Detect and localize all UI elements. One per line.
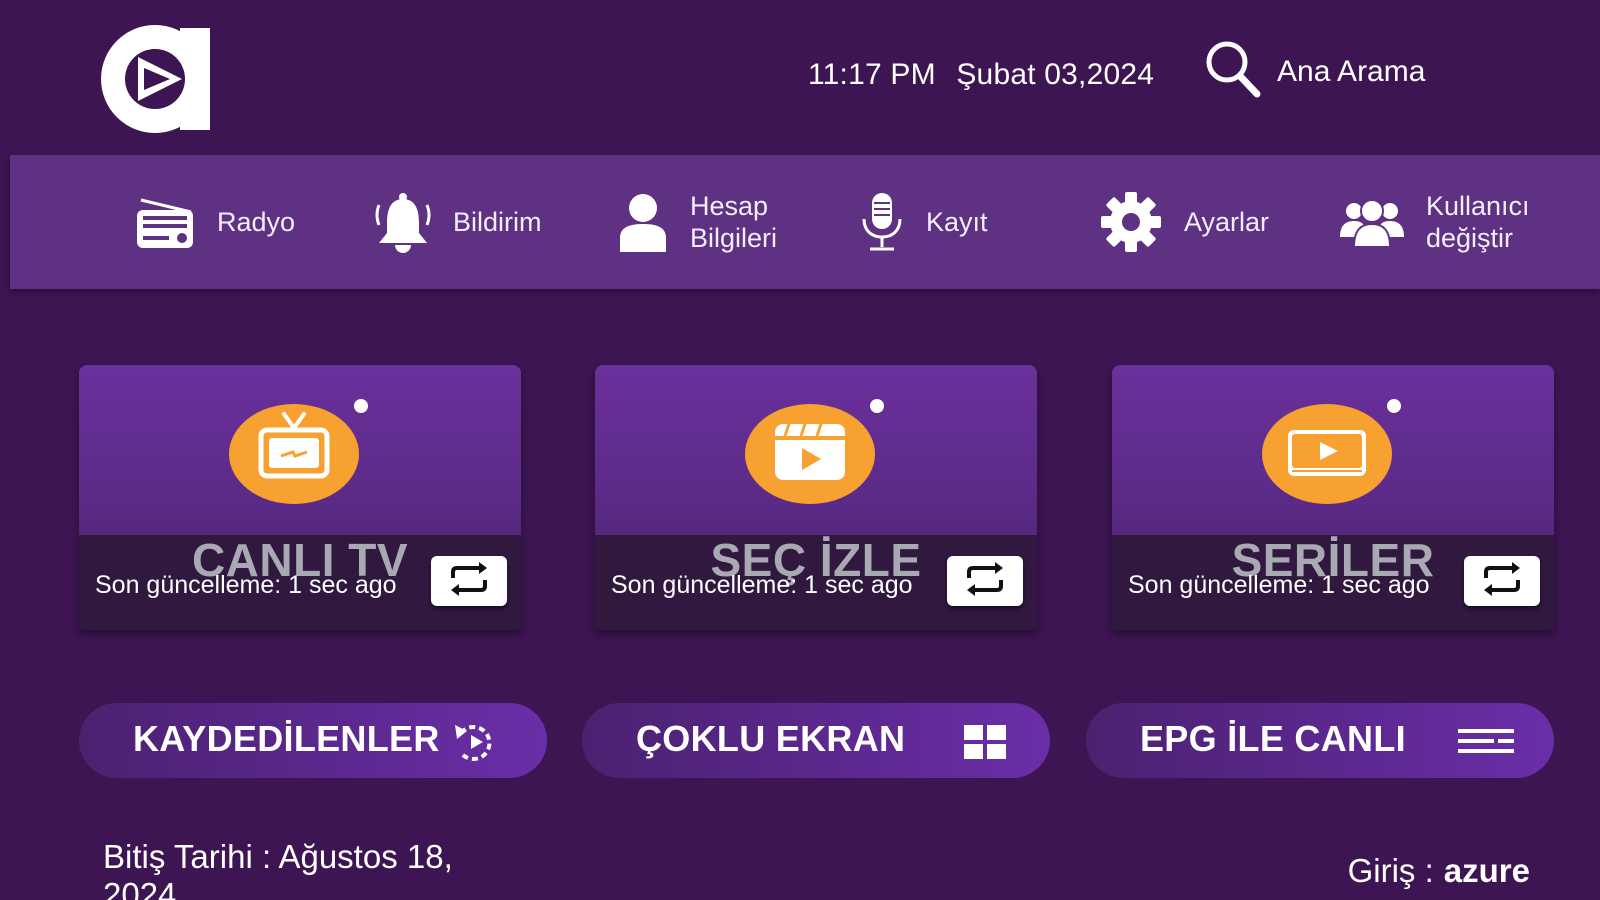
list-lines-icon (1458, 729, 1514, 762)
epg-live-button[interactable]: EPG İLE CANLI (1086, 703, 1554, 778)
nav-item-account-info[interactable]: Hesap Bilgileri (618, 155, 777, 289)
refresh-icon (965, 561, 1005, 601)
nav-item-radio[interactable]: Radyo (135, 155, 295, 289)
home-screen: 11:17 PM Şubat 03,2024 Ana Arama Radyo B… (0, 0, 1600, 900)
login-username: azure (1443, 852, 1530, 889)
nav-item-notification[interactable]: Bildirim (375, 155, 542, 289)
search-label: Ana Arama (1277, 54, 1426, 88)
epg-live-label: EPG İLE CANLI (1140, 718, 1406, 759)
last-update-text: Son güncelleme: 1 sec ago (611, 571, 913, 599)
date-time: 11:17 PM Şubat 03,2024 (808, 58, 1154, 92)
nav-label-settings: Ayarlar (1184, 207, 1270, 237)
recordings-label: KAYDEDİLENLER (133, 718, 440, 759)
nav-item-switch-user[interactable]: Kullanıcı değiştir (1340, 155, 1530, 289)
refresh-icon (449, 561, 489, 601)
refresh-icon (1482, 561, 1522, 601)
grid-icon (964, 725, 1006, 764)
recordings-button[interactable]: KAYDEDİLENLER (79, 703, 547, 778)
last-update-text: Son güncelleme: 1 sec ago (1128, 571, 1430, 599)
nav-label-notification: Bildirim (453, 207, 542, 237)
clock-time: 11:17 PM (808, 58, 936, 91)
current-date: Şubat 03,2024 (956, 58, 1155, 91)
microphone-icon (860, 191, 904, 253)
nav-label-account-info: Hesap Bilgileri (690, 191, 778, 253)
multi-screen-label: ÇOKLU EKRAN (636, 718, 906, 759)
refresh-button[interactable] (1464, 556, 1540, 606)
series-card[interactable]: SERİLER Son güncelleme: 1 sec ago (1112, 365, 1554, 630)
login-label: Giriş : (1347, 852, 1434, 889)
multi-screen-button[interactable]: ÇOKLU EKRAN (582, 703, 1050, 778)
expiry-date: Bitiş Tarihi : Ağustos 18, 2024 (103, 838, 453, 900)
users-icon (1340, 197, 1404, 247)
nav-label-radio: Radyo (217, 207, 296, 237)
app-logo (100, 24, 215, 134)
nav-item-record[interactable]: Kayıt (860, 155, 988, 289)
user-icon (618, 192, 668, 252)
login-info: Giriş : azure (1348, 852, 1530, 890)
replay-icon (451, 721, 497, 768)
last-update-text: Son güncelleme: 1 sec ago (95, 571, 397, 599)
clapperboard-icon (745, 398, 885, 513)
gear-icon (1100, 191, 1162, 253)
nav-label-switch-user: Kullanıcı değiştir (1426, 191, 1530, 253)
bell-icon (375, 191, 431, 253)
live-tv-icon (229, 398, 369, 513)
series-play-icon (1262, 398, 1402, 513)
refresh-button[interactable] (431, 556, 507, 606)
live-tv-card[interactable]: CANLI TV Son güncelleme: 1 sec ago (79, 365, 521, 630)
vod-card[interactable]: SEÇ İZLE Son güncelleme: 1 sec ago (595, 365, 1037, 630)
nav-item-settings[interactable]: Ayarlar (1100, 155, 1269, 289)
refresh-button[interactable] (947, 556, 1023, 606)
main-search-button[interactable]: Ana Arama (1205, 40, 1425, 103)
nav-label-record: Kayıt (926, 207, 988, 237)
search-icon (1205, 40, 1261, 103)
radio-icon (135, 194, 195, 250)
top-menu-bar: Radyo Bildirim Hesap Bilgileri Kayıt Aya… (10, 155, 1600, 289)
